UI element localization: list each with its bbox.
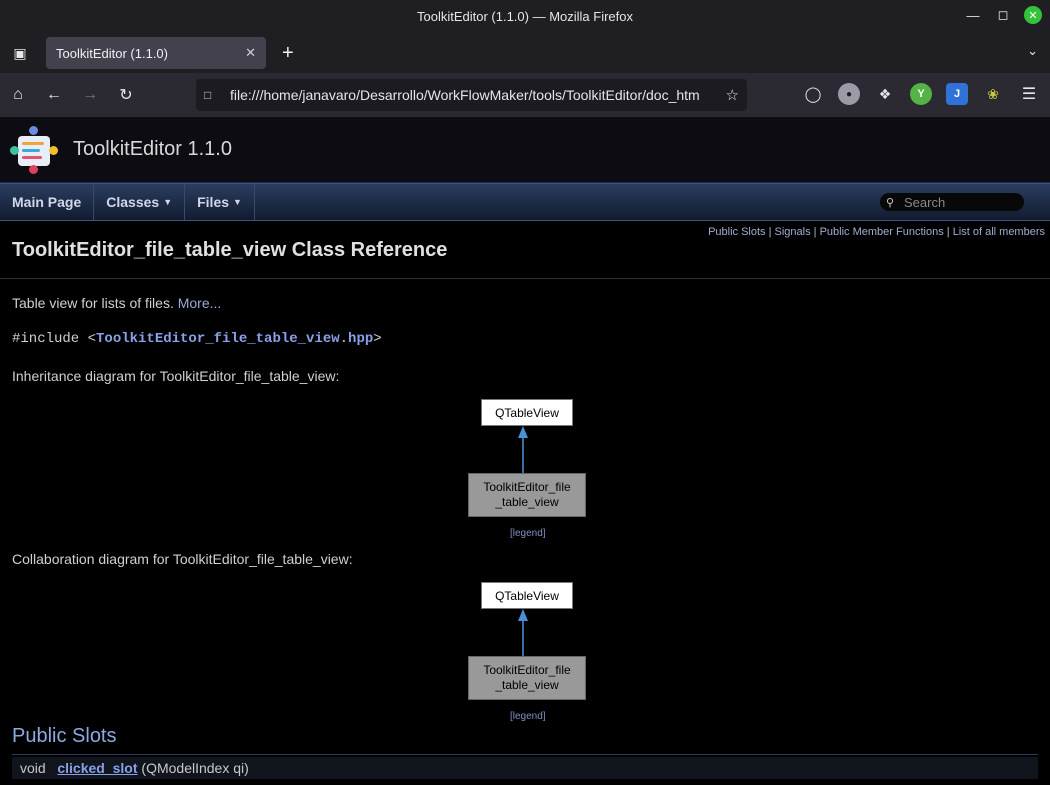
- tab-close-icon[interactable]: ✕: [245, 45, 256, 61]
- bug-extension-icon[interactable]: ❀: [982, 83, 1004, 105]
- pocket-icon[interactable]: ◯: [802, 83, 824, 105]
- include-file-link[interactable]: ToolkitEditor_file_table_view.hpp: [96, 331, 373, 347]
- tab-title: ToolkitEditor (1.1.0): [56, 45, 168, 61]
- extensions-puzzle-icon[interactable]: ❖: [874, 83, 896, 105]
- back-icon[interactable]: ←: [36, 86, 72, 104]
- close-window-icon[interactable]: ✕: [1024, 6, 1042, 24]
- new-tab-icon[interactable]: +: [282, 42, 294, 65]
- page-title: ToolkitEditor_file_table_view Class Refe…: [12, 239, 448, 261]
- address-bar[interactable]: □ file:///home/janavaro/Desarrollo/WorkF…: [196, 79, 747, 111]
- window-controls: — ◻ ✕: [964, 6, 1042, 24]
- project-logo-icon: [10, 125, 58, 174]
- inheritance-diagram: QTableView ToolkitEditor_file _table_view…: [12, 384, 1038, 544]
- section-public-slots: Public Slots: [12, 725, 1038, 755]
- maximize-icon[interactable]: ◻: [994, 6, 1012, 24]
- summary-links: Public Slots | Signals | Public Member F…: [708, 226, 1045, 238]
- bookmark-star-icon[interactable]: ☆: [726, 86, 739, 104]
- class-header: Public Slots | Signals | Public Member F…: [0, 221, 1050, 279]
- search-icon: ⚲: [886, 196, 895, 209]
- member-row: void clicked_slot (QModelIndex qi): [12, 757, 1038, 779]
- link-signals[interactable]: Signals: [775, 226, 811, 238]
- search-placeholder: Search: [904, 194, 946, 210]
- node-derived-class: ToolkitEditor_file _table_view: [468, 656, 586, 700]
- reload-icon[interactable]: ↻: [108, 85, 144, 105]
- toolbar-extensions: ◯ ● ❖ Y J ❀ ☰: [802, 83, 1040, 105]
- dropdown-arrow-icon: ▼: [163, 197, 173, 207]
- link-public-slots[interactable]: Public Slots: [708, 226, 765, 238]
- project-name: ToolkitEditor 1.1.0: [73, 138, 232, 160]
- node-qtableview[interactable]: QTableView: [481, 399, 573, 426]
- url-text[interactable]: file:///home/janavaro/Desarrollo/WorkFlo…: [230, 87, 726, 103]
- inheritance-arrow-icon: [518, 426, 528, 474]
- collaboration-caption: Collaboration diagram for ToolkitEditor_…: [12, 551, 353, 567]
- brief-description: Table view for lists of files. More...: [12, 295, 222, 311]
- node-derived-class: ToolkitEditor_file _table_view: [468, 473, 586, 517]
- legend-link[interactable]: [legend]: [510, 711, 546, 722]
- minimize-icon[interactable]: —: [964, 6, 982, 24]
- member-link-clicked-slot[interactable]: clicked_slot: [57, 760, 137, 776]
- collaboration-arrow-icon: [518, 609, 528, 657]
- doc-content: Table view for lists of files. More... #…: [0, 295, 1050, 779]
- nav-bar: ⌂ ← → ↻ □ file:///home/janavaro/Desarrol…: [0, 73, 1050, 117]
- menu-classes[interactable]: Classes ▼: [94, 184, 186, 220]
- inheritance-caption: Inheritance diagram for ToolkitEditor_fi…: [12, 368, 340, 384]
- search-input[interactable]: ⚲ Search: [880, 193, 1024, 211]
- include-line: #include <ToolkitEditor_file_table_view.…: [12, 331, 382, 347]
- blue-extension-icon[interactable]: J: [946, 83, 968, 105]
- window-titlebar: ToolkitEditor (1.1.0) — Mozilla Firefox …: [0, 0, 1050, 33]
- page-icon: □: [204, 88, 212, 102]
- menu-files[interactable]: Files ▼: [185, 184, 255, 220]
- home-icon[interactable]: ⌂: [0, 86, 36, 104]
- more-link[interactable]: More...: [178, 295, 222, 311]
- doc-menubar: Main Page Classes ▼ Files ▼ ⚲ Search: [0, 183, 1050, 221]
- tab-bar: ▣ ToolkitEditor (1.1.0) ✕ + ⌄: [0, 33, 1050, 73]
- project-header: ToolkitEditor 1.1.0: [0, 117, 1050, 183]
- hamburger-menu-icon[interactable]: ☰: [1018, 83, 1040, 105]
- tab-toolkiteditor[interactable]: ToolkitEditor (1.1.0) ✕: [46, 37, 266, 69]
- legend-link[interactable]: [legend]: [510, 528, 546, 539]
- link-list-all-members[interactable]: List of all members: [953, 226, 1045, 238]
- firefox-view-icon[interactable]: ▣: [0, 45, 40, 62]
- green-extension-icon[interactable]: Y: [910, 83, 932, 105]
- dropdown-arrow-icon: ▼: [233, 197, 242, 207]
- menu-main-page[interactable]: Main Page: [0, 184, 95, 220]
- doc-page: ToolkitEditor 1.1.0 Main Page Classes ▼ F…: [0, 117, 1050, 785]
- globe-extension-icon[interactable]: ●: [838, 83, 860, 105]
- link-public-member-functions[interactable]: Public Member Functions: [820, 226, 944, 238]
- collaboration-diagram: QTableView ToolkitEditor_file _table_view…: [12, 567, 1038, 727]
- window-title: ToolkitEditor (1.1.0) — Mozilla Firefox: [416, 9, 633, 24]
- list-all-tabs-icon[interactable]: ⌄: [1027, 43, 1038, 59]
- forward-icon[interactable]: →: [72, 86, 108, 104]
- node-qtableview[interactable]: QTableView: [481, 582, 573, 609]
